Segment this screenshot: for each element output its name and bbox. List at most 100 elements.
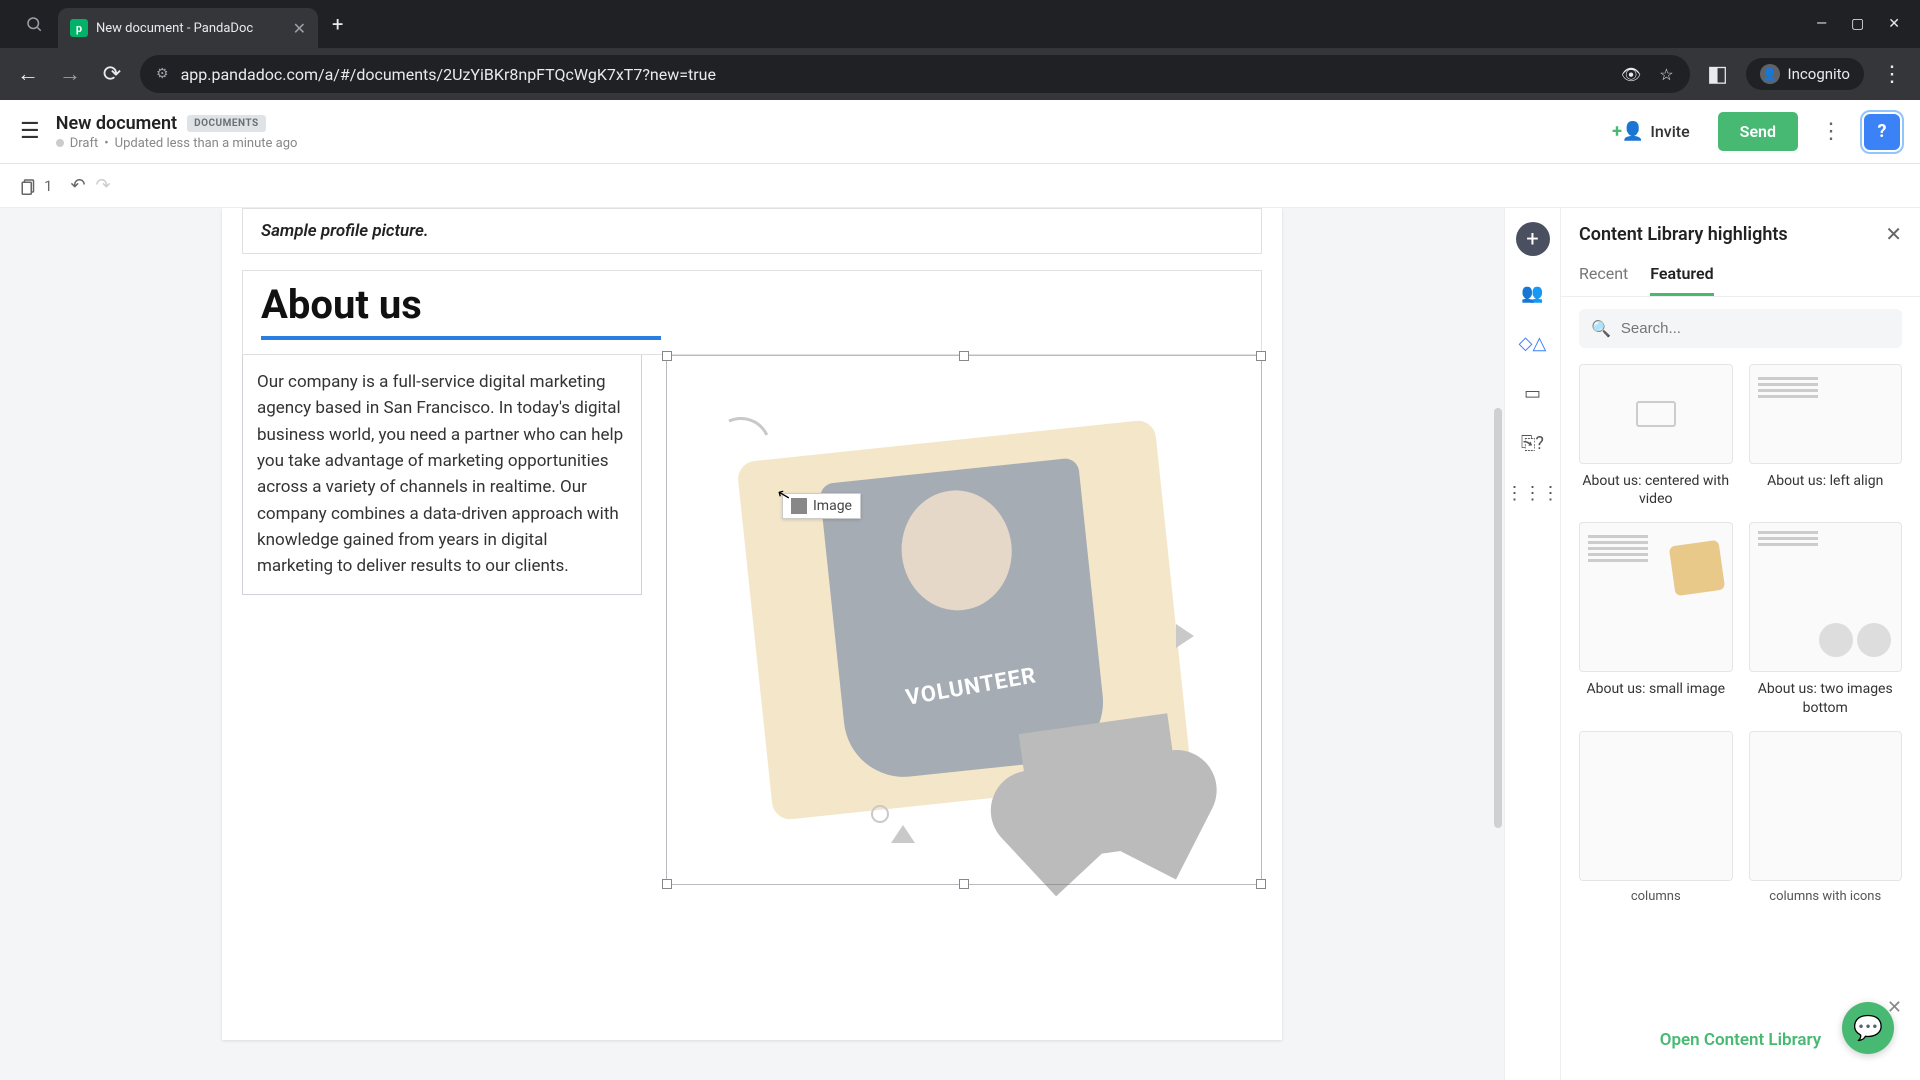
library-card[interactable]: About us: left align: [1749, 364, 1903, 508]
image-icon: [791, 498, 807, 514]
card-label: columns with icons: [1749, 889, 1903, 904]
pandadoc-favicon-icon: p: [70, 19, 88, 37]
tab-search-icon[interactable]: [10, 6, 58, 42]
incognito-indicator[interactable]: 👤 Incognito: [1746, 58, 1864, 90]
resize-handle-icon[interactable]: [662, 351, 672, 361]
redo-icon: ↷: [96, 175, 111, 196]
browser-menu-icon[interactable]: ⋮: [1878, 62, 1906, 87]
resize-handle-icon[interactable]: [1256, 879, 1266, 889]
card-label: About us: two images bottom: [1749, 680, 1903, 716]
eye-off-icon[interactable]: 👁: [1621, 65, 1641, 84]
maximize-icon[interactable]: ▢: [1851, 16, 1864, 32]
content-library-panel: Content Library highlights ✕ Recent Feat…: [1560, 208, 1920, 1080]
search-icon: 🔍: [1591, 319, 1611, 338]
scrollbar[interactable]: [1494, 408, 1502, 828]
document-title[interactable]: New document: [56, 113, 177, 134]
send-button[interactable]: Send: [1718, 112, 1798, 151]
panel-title: Content Library highlights: [1579, 224, 1788, 245]
incognito-label: Incognito: [1788, 65, 1850, 83]
drag-tooltip: Image: [782, 493, 861, 519]
card-label: columns: [1579, 889, 1733, 904]
triangle-icon: [891, 825, 915, 843]
library-card[interactable]: About us: two images bottom: [1749, 522, 1903, 716]
add-person-icon: +👤: [1612, 121, 1644, 142]
page-count: 1: [44, 177, 52, 195]
heading-text: About us: [261, 281, 1243, 328]
invite-label: Invite: [1650, 122, 1689, 141]
tab-title: New document - PandaDoc: [96, 21, 253, 36]
new-tab-button[interactable]: +: [318, 12, 357, 36]
variables-icon[interactable]: ⎘?: [1520, 430, 1546, 456]
close-panel-icon[interactable]: ✕: [1885, 222, 1902, 246]
open-library-label: Open Content Library: [1660, 1030, 1822, 1050]
heading-block[interactable]: About us: [242, 270, 1262, 355]
forward-icon: →: [56, 61, 84, 87]
card-label: About us: left align: [1749, 472, 1903, 490]
updated-label: Updated less than a minute ago: [115, 136, 298, 151]
bookmark-star-icon[interactable]: ☆: [1659, 65, 1673, 84]
browser-tab-strip: p New document - PandaDoc ✕ + — ▢ ✕: [0, 0, 1920, 48]
site-settings-icon[interactable]: ⚙: [156, 66, 169, 82]
resize-handle-icon[interactable]: [959, 351, 969, 361]
search-box[interactable]: 🔍: [1579, 309, 1902, 348]
library-card[interactable]: [1749, 731, 1903, 881]
close-window-icon[interactable]: ✕: [1888, 16, 1900, 32]
browser-tab[interactable]: p New document - PandaDoc ✕: [58, 8, 318, 48]
body-text-block[interactable]: Our company is a full-service digital ma…: [242, 355, 642, 595]
document-page: Sample profile picture. About us Our com…: [222, 208, 1282, 1040]
heart-icon: [1019, 713, 1186, 863]
resize-handle-icon[interactable]: [959, 879, 969, 889]
layout-icon[interactable]: ▭: [1520, 380, 1546, 406]
shirt-text: VOLUNTEER: [904, 663, 1038, 711]
invite-button[interactable]: +👤 Invite: [1598, 113, 1704, 150]
card-label: About us: centered with video: [1579, 472, 1733, 508]
reload-icon[interactable]: ⟳: [98, 62, 126, 87]
undo-icon[interactable]: ↶: [70, 175, 85, 196]
drag-label: Image: [813, 498, 852, 514]
image-placeholder: VOLUNTEER: [691, 377, 1237, 863]
incognito-icon: 👤: [1760, 64, 1780, 84]
search-input[interactable]: [1621, 320, 1890, 337]
add-block-button[interactable]: +: [1516, 222, 1550, 256]
card-label: About us: small image: [1579, 680, 1733, 698]
browser-toolbar: ← → ⟳ ⚙ app.pandadoc.com/a/#/documents/2…: [0, 48, 1920, 100]
pages-indicator[interactable]: 1: [20, 177, 52, 195]
back-icon[interactable]: ←: [14, 61, 42, 87]
resize-handle-icon[interactable]: [1256, 351, 1266, 361]
status-label: Draft: [70, 136, 99, 151]
library-card[interactable]: About us: small image: [1579, 522, 1733, 716]
more-menu-icon[interactable]: ⋮: [1812, 119, 1850, 144]
app-header: ☰ New document DOCUMENTS Draft • Updated…: [0, 100, 1920, 164]
tab-featured[interactable]: Featured: [1650, 254, 1713, 296]
window-controls: — ▢ ✕: [1816, 16, 1920, 32]
chat-icon: 💬: [1853, 1014, 1883, 1042]
triangle-icon: [1176, 624, 1194, 648]
menu-icon[interactable]: ☰: [20, 119, 40, 144]
library-card[interactable]: [1579, 731, 1733, 881]
canvas-area[interactable]: Sample profile picture. About us Our com…: [0, 208, 1504, 1080]
pages-icon: [20, 177, 38, 195]
address-bar[interactable]: ⚙ app.pandadoc.com/a/#/documents/2UzYiBK…: [140, 55, 1690, 93]
heading-underline: [261, 336, 661, 340]
close-tab-icon[interactable]: ✕: [293, 19, 306, 38]
apps-grid-icon[interactable]: ⋮⋮⋮: [1520, 480, 1546, 506]
shapes-icon[interactable]: ◇△: [1520, 330, 1546, 356]
document-meta: Draft • Updated less than a minute ago: [56, 136, 298, 151]
body-text: Our company is a full-service digital ma…: [257, 372, 623, 576]
caption-block[interactable]: Sample profile picture.: [242, 208, 1262, 254]
image-block-selected[interactable]: VOLUNTEER: [666, 355, 1262, 885]
documents-badge: DOCUMENTS: [187, 115, 266, 132]
chat-fab[interactable]: 💬: [1842, 1002, 1894, 1054]
url-text: app.pandadoc.com/a/#/documents/2UzYiBKr8…: [181, 65, 716, 84]
help-button[interactable]: ?: [1864, 114, 1900, 150]
minimize-icon[interactable]: —: [1816, 16, 1827, 32]
tab-recent[interactable]: Recent: [1579, 254, 1628, 296]
panel-tabs: Recent Featured: [1561, 254, 1920, 297]
right-rail: + 👥 ◇△ ▭ ⎘? ⋮⋮⋮: [1504, 208, 1560, 1080]
people-icon[interactable]: 👥: [1520, 280, 1546, 306]
editor-toolbar: 1 ↶ ↷: [0, 164, 1920, 208]
resize-handle-icon[interactable]: [662, 879, 672, 889]
library-card[interactable]: About us: centered with video: [1579, 364, 1733, 508]
side-panel-icon[interactable]: ◧: [1704, 62, 1732, 87]
caption-text: Sample profile picture.: [261, 221, 429, 241]
